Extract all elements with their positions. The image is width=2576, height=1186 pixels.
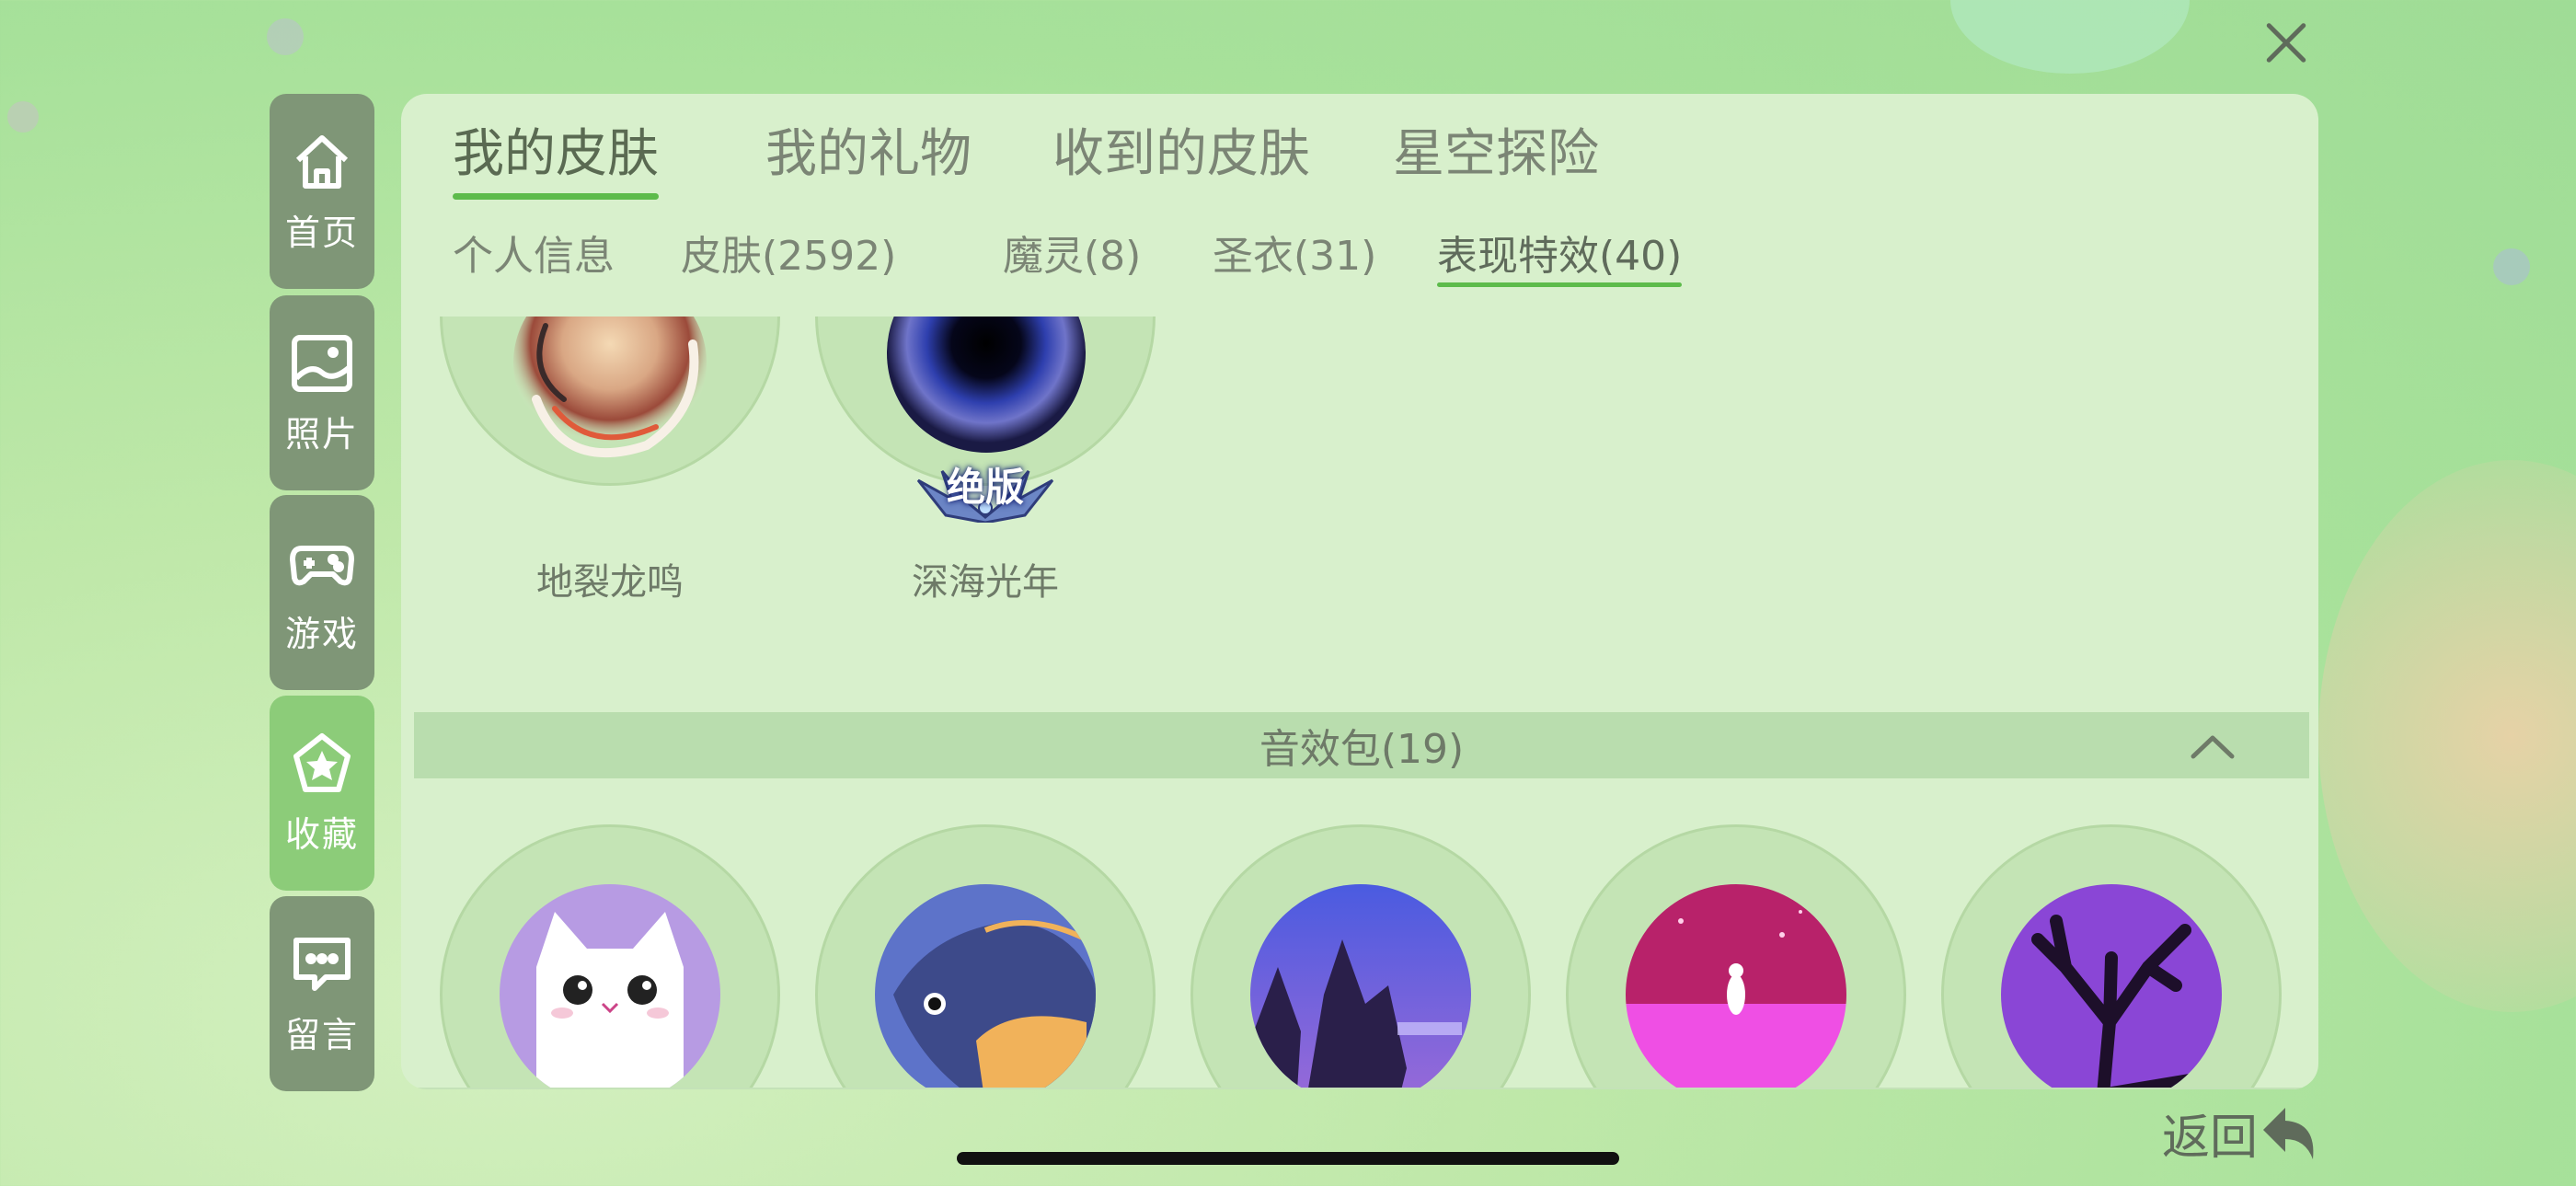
sound-pack-item[interactable]	[1190, 824, 1531, 1089]
home-indicator[interactable]	[957, 1152, 1619, 1165]
bg-bubble	[2318, 460, 2576, 1012]
sidebar-item-home[interactable]: 首页	[270, 94, 374, 289]
subtab-armor[interactable]: 圣衣(31)	[1213, 223, 1376, 282]
pink-sea-girl-image	[1626, 884, 1846, 1089]
close-button[interactable]	[2263, 20, 2309, 66]
bg-bubble	[7, 101, 39, 132]
home-icon	[295, 134, 349, 189]
subtab-spirits[interactable]: 魔灵(8)	[1003, 223, 1141, 282]
cat-image	[500, 884, 720, 1089]
message-icon	[293, 937, 351, 991]
sidebar-item-label: 首页	[284, 212, 359, 253]
sound-pack-item[interactable]	[1566, 824, 1906, 1089]
sidebar-item-favorites[interactable]: 收藏	[270, 696, 374, 891]
bg-bubble	[267, 18, 304, 55]
forest-night-image	[1250, 884, 1471, 1089]
sidebar-item-messages[interactable]: 留言	[270, 896, 374, 1091]
sidebar-item-photos[interactable]: 照片	[270, 295, 374, 490]
back-label: 返回	[2162, 1110, 2259, 1166]
effects-scroll-area[interactable]: 地裂龙鸣 绝版 深海光年 音效包(19)	[401, 317, 2318, 1089]
discontinued-badge-text: 绝版	[946, 465, 1024, 510]
subtab-effects[interactable]: 表现特效(40)	[1437, 223, 1683, 287]
sound-pack-item[interactable]	[1941, 824, 2282, 1089]
sidebar-item-label: 收藏	[284, 813, 359, 855]
chevron-up-icon[interactable]	[2190, 732, 2236, 760]
effect-item[interactable]: 绝版 深海光年	[815, 317, 1156, 604]
sound-pack-item[interactable]	[440, 824, 780, 1089]
bg-bubble	[1950, 0, 2190, 74]
effect-label: 深海光年	[912, 561, 1059, 604]
photo-icon	[292, 334, 352, 392]
tab-received-skins[interactable]: 收到的皮肤	[1052, 112, 1310, 187]
sidebar-item-label: 照片	[284, 413, 359, 455]
sound-pack-section-header[interactable]: 音效包(19)	[414, 712, 2309, 778]
sidebar-item-games[interactable]: 游戏	[270, 495, 374, 690]
tab-my-gifts[interactable]: 我的礼物	[765, 112, 972, 187]
bg-bubble	[2493, 248, 2530, 285]
list-divider	[414, 1088, 2309, 1089]
sidebar-item-label: 留言	[284, 1014, 359, 1055]
sidebar-item-label: 游戏	[284, 613, 359, 654]
return-arrow-icon	[2263, 1108, 2314, 1159]
sound-pack-item[interactable]	[815, 824, 1156, 1089]
fish-image	[875, 884, 1096, 1089]
purple-tree-image	[2001, 884, 2222, 1089]
section-title: 音效包(19)	[1259, 726, 1465, 773]
back-button[interactable]: 返回	[2162, 1100, 2322, 1166]
subtab-personal-info[interactable]: 个人信息	[453, 223, 615, 282]
gamepad-icon	[290, 545, 354, 585]
star-badge-icon	[293, 732, 351, 792]
vortex-effect-image	[513, 317, 707, 458]
tab-star-adventure[interactable]: 星空探险	[1393, 112, 1599, 187]
effect-item[interactable]: 地裂龙鸣	[440, 317, 780, 604]
discontinued-badge: 绝版	[914, 462, 1056, 523]
subtab-skins[interactable]: 皮肤(2592)	[681, 223, 896, 282]
tab-my-skins[interactable]: 我的皮肤	[453, 112, 659, 200]
main-panel: 我的皮肤 我的礼物 收到的皮肤 星空探险 个人信息 皮肤(2592) 魔灵(8)…	[401, 94, 2318, 1089]
black-hole-effect-image	[887, 317, 1086, 453]
effect-label: 地裂龙鸣	[536, 561, 684, 604]
